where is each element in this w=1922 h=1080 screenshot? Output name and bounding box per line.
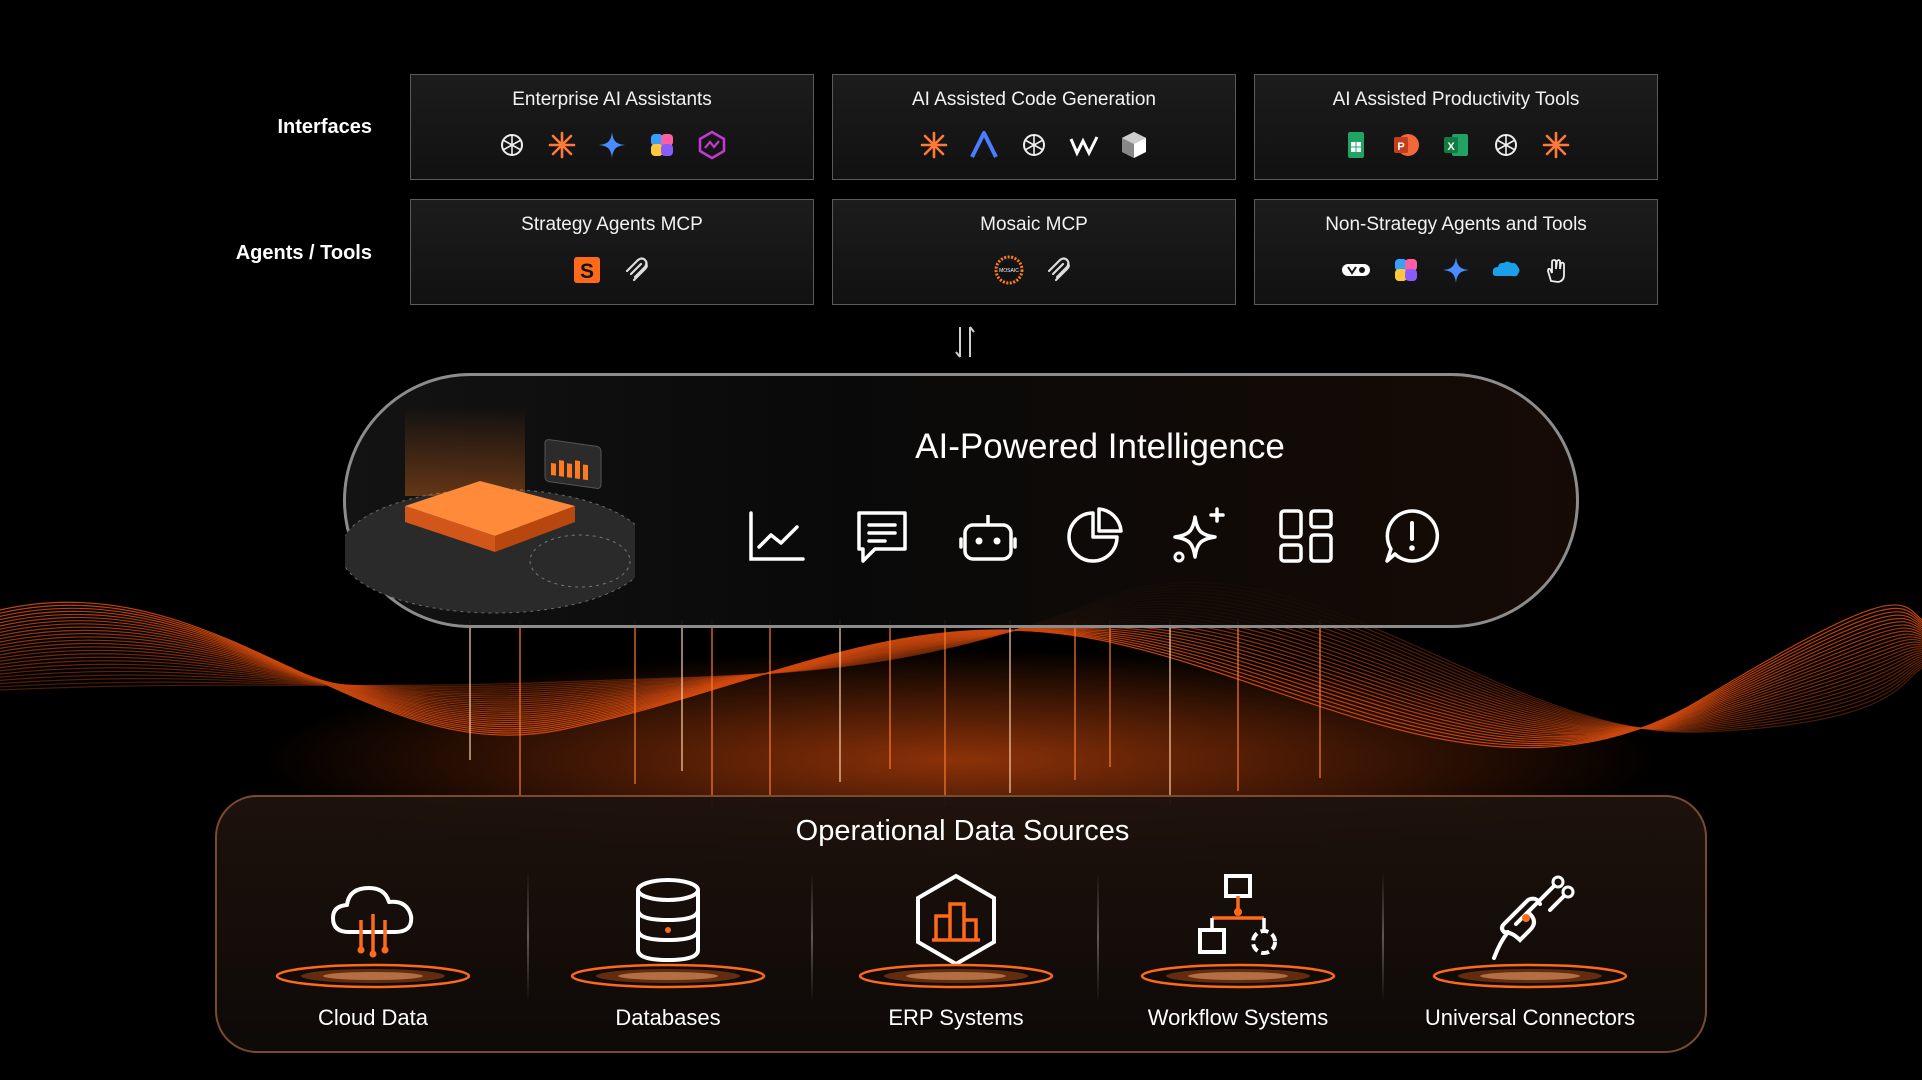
source-label: Databases xyxy=(615,1005,721,1030)
svg-text:P: P xyxy=(1397,141,1404,153)
source-workflow-systems[interactable]: Workflow Systems xyxy=(1113,860,1363,1040)
divider xyxy=(1382,872,1384,1002)
platform-glow xyxy=(1140,963,1336,989)
mcp-icon xyxy=(1043,254,1075,286)
agents-tools-row-label: Agents / Tools xyxy=(235,242,372,264)
vercel-icon xyxy=(1340,254,1372,286)
document-icon xyxy=(851,505,913,567)
divider xyxy=(811,872,813,1002)
claude-icon xyxy=(1540,129,1572,161)
isometric-platform-illustration xyxy=(345,406,635,614)
pie-chart-icon xyxy=(1063,505,1125,567)
platform-glow xyxy=(570,963,766,989)
windsurf-icon xyxy=(1068,129,1100,161)
anthropic-a-icon xyxy=(968,129,1000,161)
mosaic-logo-text: MOSAIC xyxy=(999,268,1019,274)
source-databases[interactable]: Databases xyxy=(543,860,793,1040)
copilot-icon xyxy=(1390,254,1422,286)
cube-icon xyxy=(1118,129,1150,161)
interfaces-row-label: Interfaces xyxy=(277,116,373,138)
svg-text:X: X xyxy=(1447,141,1455,153)
mosaic-hexagon-icon xyxy=(696,129,728,161)
panel-ai-code-generation[interactable]: AI Assisted Code Generation xyxy=(832,74,1236,180)
alert-message-icon xyxy=(1381,505,1443,567)
bidirectional-arrow-icon xyxy=(955,326,975,358)
google-sheets-icon xyxy=(1340,129,1372,161)
source-label: Cloud Data xyxy=(317,1005,429,1030)
mcp-icon xyxy=(621,254,653,286)
platform-glow xyxy=(275,963,471,989)
excel-icon: X xyxy=(1440,129,1472,161)
panel-non-strategy-agents[interactable]: Non-Strategy Agents and Tools xyxy=(1254,199,1658,305)
platform-glow xyxy=(1432,963,1628,989)
copilot-icon xyxy=(646,129,678,161)
panel-title: AI Assisted Productivity Tools xyxy=(1332,89,1580,110)
panel-title: Strategy Agents MCP xyxy=(521,214,703,235)
panel-strategy-agents-mcp[interactable]: Strategy Agents MCP S xyxy=(410,199,814,305)
openai-icon xyxy=(1490,129,1522,161)
mosaic-logo-icon: MOSAIC xyxy=(993,254,1025,286)
claude-icon xyxy=(546,129,578,161)
database-icon xyxy=(618,870,718,970)
source-cloud-data[interactable]: Cloud Data xyxy=(248,860,498,1040)
robot-icon xyxy=(957,505,1019,567)
source-label: Universal Connectors xyxy=(1424,1005,1636,1030)
powerpoint-icon: P xyxy=(1390,129,1422,161)
svg-text:S: S xyxy=(580,260,594,283)
gemini-icon xyxy=(1440,254,1472,286)
source-erp-systems[interactable]: ERP Systems xyxy=(831,860,1081,1040)
panel-title: AI Assisted Code Generation xyxy=(912,89,1156,110)
claude-icon xyxy=(918,129,950,161)
strategy-s-icon: S xyxy=(571,254,603,286)
openai-icon xyxy=(1018,129,1050,161)
cloud-data-icon xyxy=(323,870,423,970)
panel-title: Non-Strategy Agents and Tools xyxy=(1325,214,1587,235)
operational-data-sources-title: Operational Data Sources xyxy=(795,815,1130,847)
dashboard-icon xyxy=(1275,505,1337,567)
openai-icon xyxy=(496,129,528,161)
panel-mosaic-mcp[interactable]: Mosaic MCP MOSAIC xyxy=(832,199,1236,305)
sparkle-icon xyxy=(1169,505,1231,567)
gemini-icon xyxy=(596,129,628,161)
platform-glow xyxy=(858,963,1054,989)
erp-icon xyxy=(906,870,1006,970)
panel-ai-productivity-tools[interactable]: AI Assisted Productivity Tools P X xyxy=(1254,74,1658,180)
line-chart-icon xyxy=(745,505,807,567)
divider xyxy=(1097,872,1099,1002)
panel-enterprise-ai-assistants[interactable]: Enterprise AI Assistants xyxy=(410,74,814,180)
salesforce-icon xyxy=(1490,254,1522,286)
panel-title: Enterprise AI Assistants xyxy=(512,89,712,110)
divider xyxy=(527,872,529,1002)
panel-title: Mosaic MCP xyxy=(980,214,1088,235)
hand-icon xyxy=(1540,254,1572,286)
source-label: Workflow Systems xyxy=(1147,1005,1329,1030)
connector-icon xyxy=(1480,870,1580,970)
workflow-icon xyxy=(1188,870,1288,970)
ai-capability-icons xyxy=(745,505,1443,567)
ai-powered-intelligence-title: AI-Powered Intelligence xyxy=(915,427,1285,466)
source-label: ERP Systems xyxy=(888,1005,1024,1030)
source-universal-connectors[interactable]: Universal Connectors xyxy=(1405,860,1655,1040)
